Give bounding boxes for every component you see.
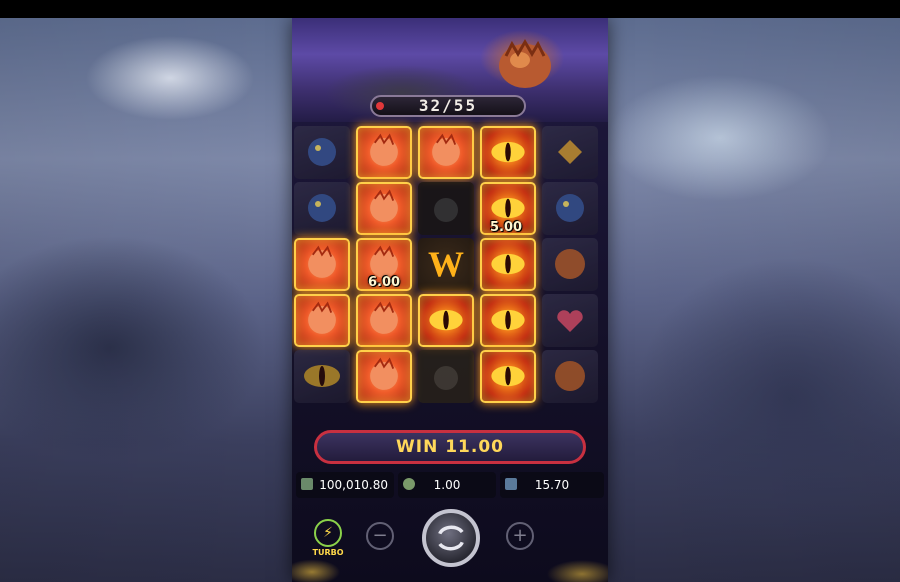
turbo-icon: ⚡: [323, 525, 333, 541]
multiplier-label: 5.00: [490, 220, 523, 235]
turbo-label: TURBO: [312, 548, 344, 557]
wallet-icon: [301, 478, 313, 490]
eye-symbol-icon: [480, 350, 536, 403]
wild-symbol-icon: W: [418, 238, 474, 291]
eye-symbol-icon: [480, 126, 536, 179]
top-black-bar: [0, 0, 900, 18]
dragon-symbol-icon: [356, 350, 412, 403]
egg-icon: [499, 39, 551, 88]
win-icon: [505, 478, 517, 490]
dragon-symbol-icon: [356, 294, 412, 347]
symbol-blue-creature: [542, 182, 598, 235]
dragon-symbol-icon: [356, 126, 412, 179]
dragon-symbol-icon: [418, 126, 474, 179]
win-value: 15.70: [534, 478, 570, 492]
info-bar: 100,010.80 1.00 15.70: [292, 472, 608, 498]
win-banner: WIN 11.00: [314, 430, 586, 464]
symbol-tiger: [542, 238, 598, 291]
symbol-heart: [542, 294, 598, 347]
win-display: 15.70: [500, 472, 604, 498]
symbol-blue-creature: [294, 182, 350, 235]
reel-grid: W 5.00 6.00: [292, 122, 608, 424]
balance-display: 100,010.80: [296, 472, 394, 498]
eye-symbol-icon: [480, 238, 536, 291]
minus-icon: −: [372, 525, 388, 546]
symbol-dark-creature: [418, 350, 474, 403]
eye-symbol-icon: [294, 350, 350, 403]
symbol-tiger: [542, 350, 598, 403]
multiplier-label: 6.00: [368, 275, 401, 290]
spin-icon: [438, 525, 464, 551]
dragon-symbol-icon: [294, 294, 350, 347]
eye-symbol-icon: [418, 294, 474, 347]
controls: ⚡ TURBO − +: [292, 502, 608, 582]
bet-value: 1.00: [433, 478, 461, 492]
svg-text:W: W: [428, 244, 464, 284]
turbo-button[interactable]: ⚡: [314, 519, 342, 547]
minus-button[interactable]: −: [366, 522, 394, 550]
symbol-blue-creature: [294, 126, 350, 179]
eye-symbol-icon: [480, 294, 536, 347]
balance-value: 100,010.80: [319, 478, 388, 492]
bet-display[interactable]: 1.00: [398, 472, 496, 498]
progress-counter: 32/55: [370, 95, 526, 117]
dragon-symbol-icon: [356, 182, 412, 235]
progress-indicator: [376, 102, 384, 110]
header-art: 32/55: [292, 18, 608, 122]
plus-button[interactable]: +: [506, 522, 534, 550]
dragon-symbol-icon: [294, 238, 350, 291]
win-banner-text: WIN 11.00: [396, 437, 504, 457]
game-panel: 32/55 W 5.00 6.00 WIN 11.00 100,010.80 1…: [292, 18, 608, 582]
symbol-dark-creature: [418, 182, 474, 235]
spin-button[interactable]: [422, 509, 480, 567]
plus-icon: +: [512, 525, 528, 546]
symbol-gem: [542, 126, 598, 179]
coin-stack-icon: [403, 478, 415, 490]
progress-counter-text: 32/55: [418, 96, 478, 115]
